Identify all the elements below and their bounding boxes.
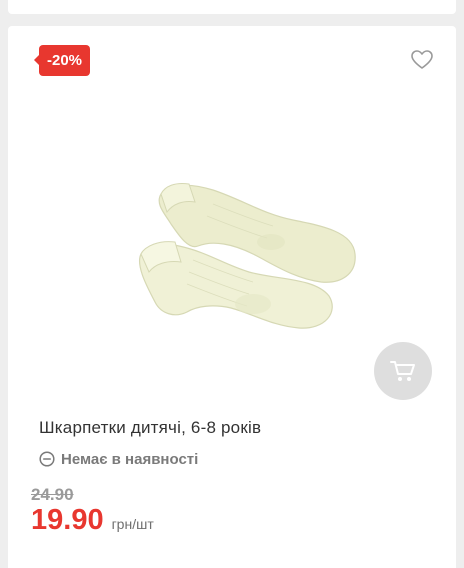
socks-image bbox=[139, 183, 356, 329]
stock-status: Немає в наявності bbox=[39, 450, 198, 468]
add-to-cart-button[interactable] bbox=[374, 342, 432, 400]
price-unit: грн/шт bbox=[111, 516, 154, 532]
cart-icon bbox=[390, 361, 415, 381]
stock-status-label: Немає в наявності bbox=[61, 450, 199, 468]
heart-icon bbox=[411, 50, 433, 69]
current-price: 19.90 bbox=[31, 504, 104, 536]
badge-notch bbox=[34, 55, 39, 65]
wishlist-button[interactable] bbox=[411, 50, 433, 70]
minus-circle-icon bbox=[39, 451, 55, 467]
previous-card-bottom bbox=[8, 0, 456, 14]
discount-badge-label: -20% bbox=[47, 52, 83, 69]
price-row: 19.90 грн/шт bbox=[31, 504, 154, 537]
product-image[interactable] bbox=[103, 154, 363, 334]
product-title[interactable]: Шкарпетки дитячі, 6-8 років bbox=[39, 418, 439, 438]
product-card[interactable]: -20% Шкарпетки дитячі, 6-8 років Немає в… bbox=[8, 26, 456, 568]
old-price: 24.90 bbox=[31, 485, 74, 504]
discount-badge: -20% bbox=[34, 45, 91, 76]
